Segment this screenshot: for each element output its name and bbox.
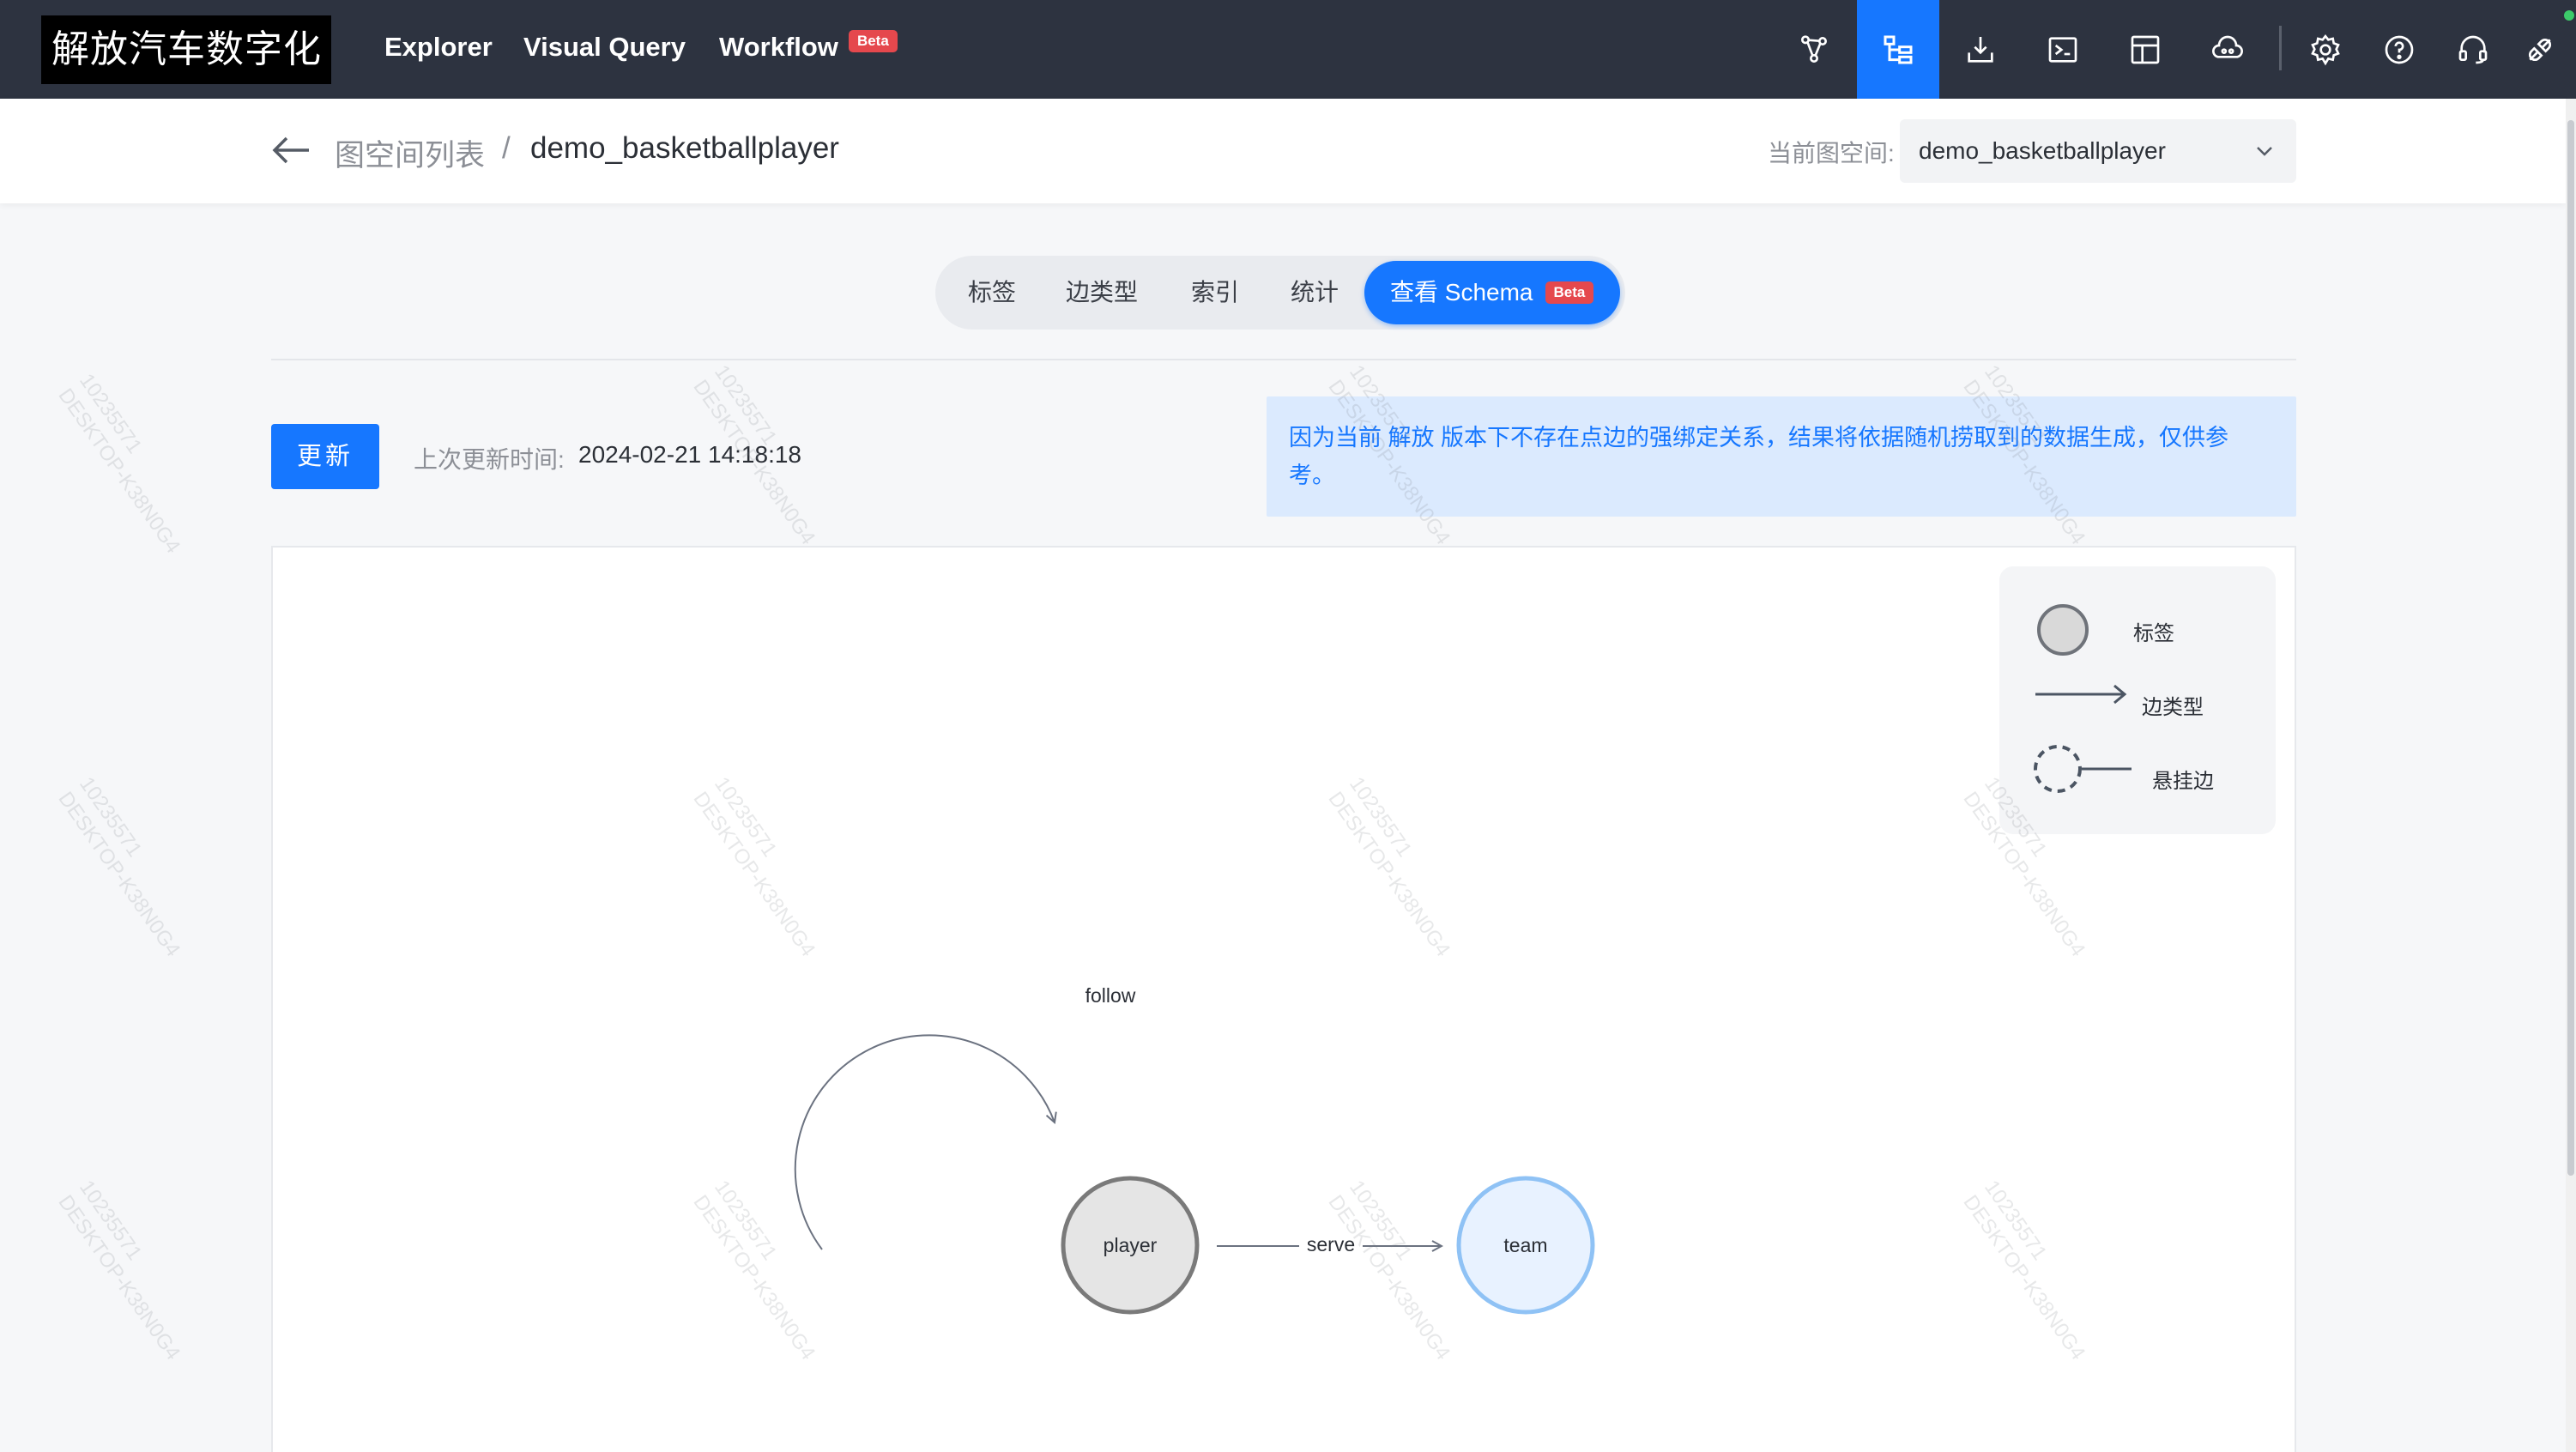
back-arrow-icon[interactable] [269,133,312,167]
last-update-time: 2024-02-21 14:18:18 [578,441,801,468]
edge-follow-label: follow [1085,984,1136,1007]
nav-workflow[interactable]: Workflow Beta [719,26,898,69]
schema-tabs: 标签 边类型 索引 统计 查看 Schema Beta [935,256,1625,330]
template-icon [2131,35,2160,64]
nav-workflow-label: Workflow [719,32,838,62]
node-team-label: team [1503,1234,1547,1256]
graph-explore-icon [1800,34,1828,63]
settings-icon [2311,33,2340,65]
node-player[interactable]: player [1061,1176,1200,1315]
breadcrumb-separator: / [502,131,511,165]
tab-indexes[interactable]: 索引 [1191,256,1239,330]
help-icon [2385,35,2414,64]
edge-serve-label: serve [1307,1233,1355,1255]
tag-legend-icon [2037,604,2089,656]
settings-button[interactable] [2284,0,2367,99]
last-update-label: 上次更新时间: [414,446,565,473]
help-button[interactable] [2358,0,2440,99]
legend-tag-label: 标签 [2133,622,2174,645]
dangling-edge-legend-icon [2034,745,2132,793]
breadcrumb-parent-link[interactable]: 图空间列表 [335,131,485,175]
graph-explore-button[interactable] [1773,0,1855,99]
tab-view-schema-label: 查看 Schema [1390,279,1533,306]
schema-graph: follow serve player team [794,982,1595,1315]
top-navigation-bar: 解放汽车数字化 Explorer Visual Query Workflow Be… [0,0,2576,99]
watermark: 10235571 DESKTOP-K38N0G4 [53,772,185,961]
space-selector-value: demo_basketballplayer [1919,137,2166,164]
node-team[interactable]: team [1456,1176,1595,1315]
console-button[interactable] [2022,0,2104,99]
toolbar-divider [2279,26,2282,70]
console-icon [2048,36,2077,63]
brand-logo[interactable]: 解放汽车数字化 [41,15,331,84]
headset-icon [2458,35,2488,64]
tab-edge-types[interactable]: 边类型 [1066,256,1138,330]
nav-explorer-label: Explorer [384,32,493,62]
connection-icon [2529,38,2551,61]
legend-dangling-edge-label: 悬挂边 [2152,770,2214,793]
nav-visual-query-label: Visual Query [523,32,686,62]
import-icon [1968,36,1993,63]
connection-status-dot [2564,10,2574,21]
update-button[interactable]: 更新 [271,424,379,489]
watermark: 10235571 DESKTOP-K38N0G4 [53,1176,185,1364]
section-divider [271,359,2296,360]
cloud-icon [2212,35,2243,58]
nav-explorer[interactable]: Explorer [384,26,493,69]
space-selector[interactable]: demo_basketballplayer [1900,119,2296,183]
space-selector-label: 当前图空间: [1768,140,1895,166]
tab-tags[interactable]: 标签 [968,256,1016,330]
tab-statistics[interactable]: 统计 [1291,256,1339,330]
workflow-beta-badge: Beta [848,30,898,52]
node-player-label: player [1104,1234,1158,1256]
chevron-down-icon [2257,147,2272,156]
watermark: 10235571 DESKTOP-K38N0G4 [53,369,185,558]
schema-button[interactable] [1857,0,1939,99]
schema-beta-badge: Beta [1545,281,1594,304]
page-scrollbar-thumb[interactable] [2567,120,2574,1176]
nav-visual-query[interactable]: Visual Query [523,26,686,69]
edge-type-legend-icon [2035,684,2127,705]
support-button[interactable] [2432,0,2514,99]
breadcrumb-current: demo_basketballplayer [530,131,839,165]
import-button[interactable] [1939,0,2022,99]
cloud-button[interactable] [2186,0,2269,99]
page-header: 图空间列表 / demo_basketballplayer 当前图空间: dem… [0,99,2566,203]
schema-icon [1884,35,1913,64]
template-button[interactable] [2104,0,2186,99]
edge-serve[interactable]: serve [1217,1231,1442,1260]
tab-view-schema[interactable]: 查看 Schema Beta [1364,261,1620,324]
legend-edge-type-label: 边类型 [2142,696,2204,719]
graph-legend: 标签 边类型 悬挂边 [1999,566,2276,834]
info-notice: 因为当前 解放 版本下不存在点边的强绑定关系，结果将依据随机捞取到的数据生成，仅… [1267,396,2296,517]
